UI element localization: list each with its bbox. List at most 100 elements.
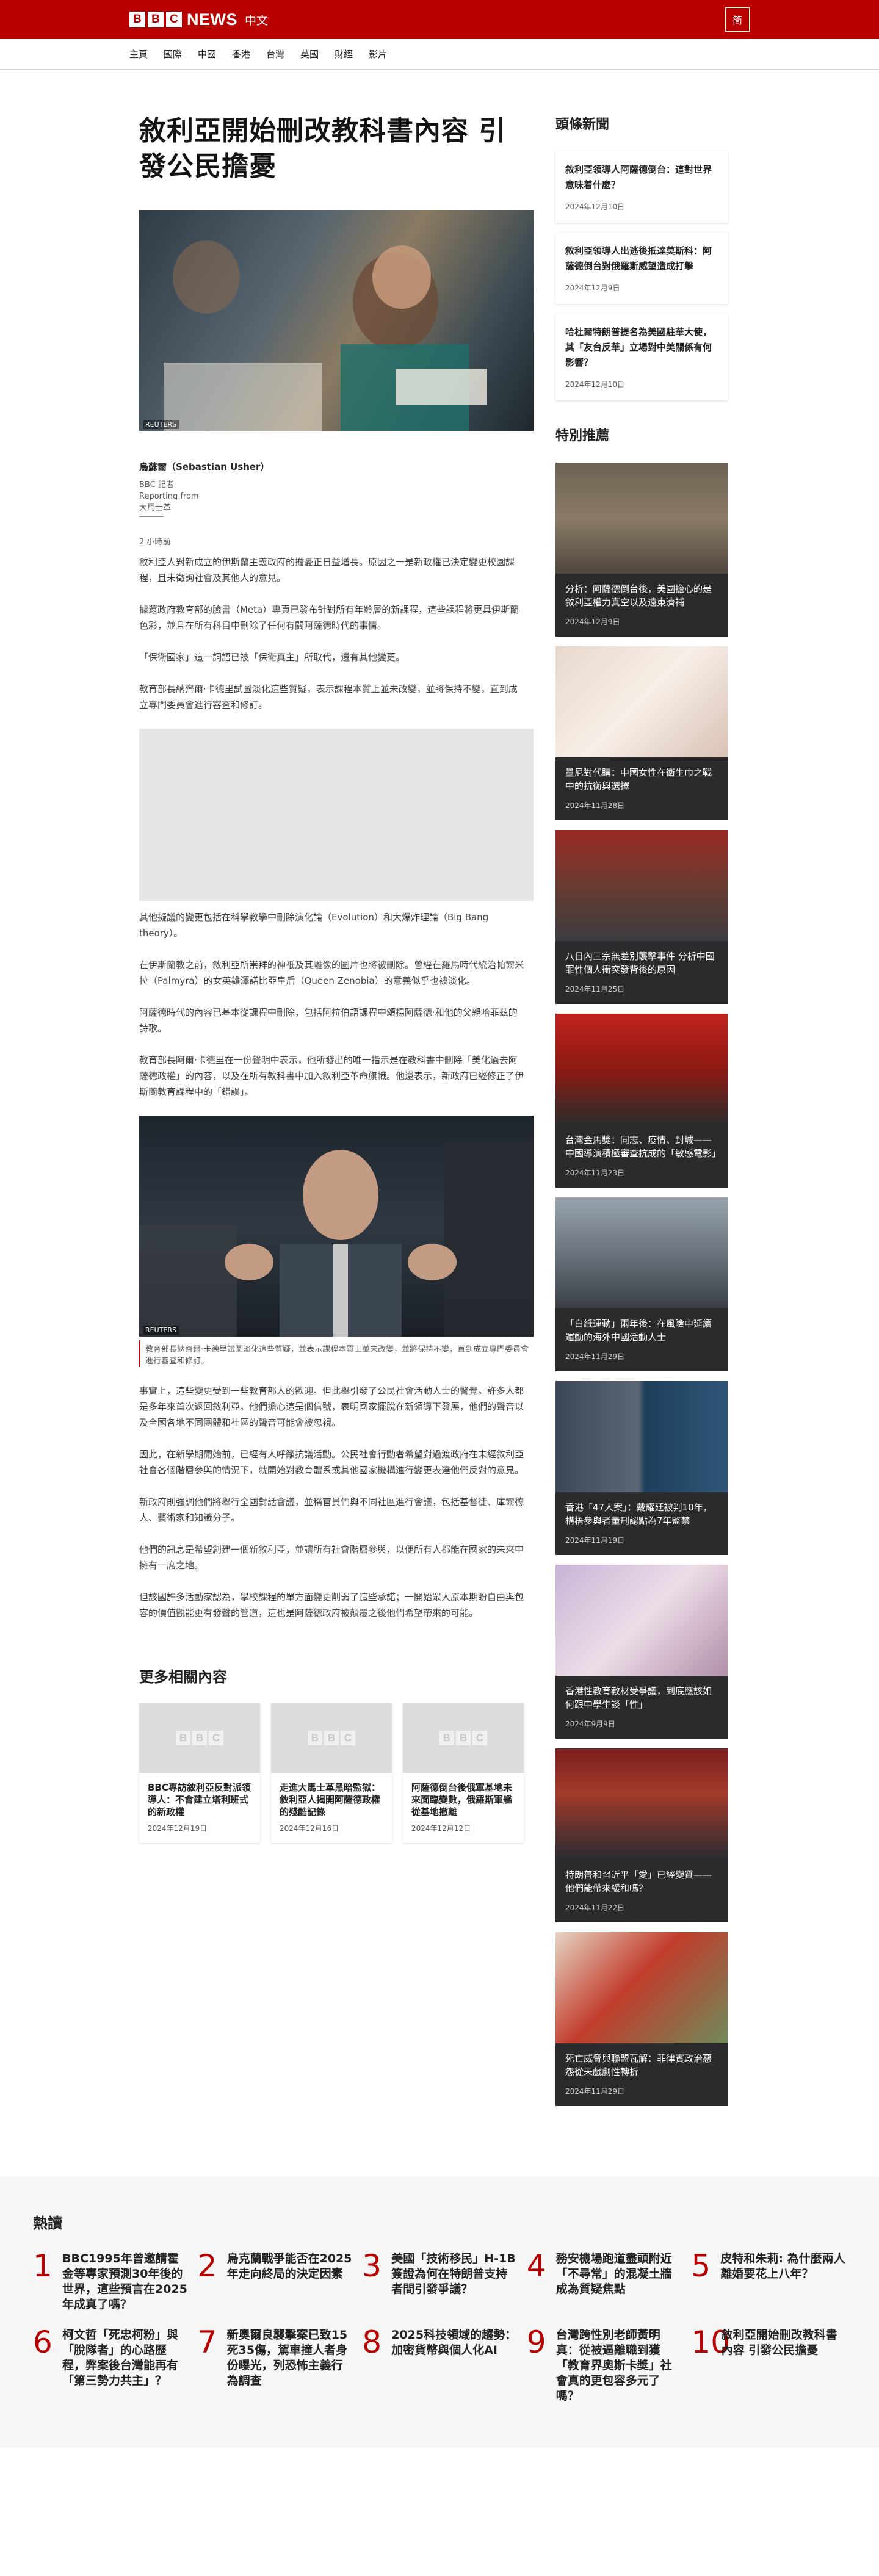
featured-card[interactable]: 台灣金馬獎：同志、疫情、封城——中國導演積極審查抗成的「敏感電影」 2024年1… xyxy=(555,1014,728,1188)
featured-image xyxy=(555,1932,728,2043)
article-paragraph: 據還政府教育部的臉書（Meta）專頁已發布針對所有年齡層的新課程，這些課程將更具… xyxy=(139,604,519,631)
nav-item-uk[interactable]: 英國 xyxy=(300,48,327,60)
nav-item-business[interactable]: 財經 xyxy=(335,48,361,60)
top-story-date: 2024年12月10日 xyxy=(565,380,625,389)
related-headline: 走進大馬士革黑暗監獄：敘利亞人揭開阿薩德政權的殘酷記錄 xyxy=(280,1782,381,1817)
featured-image xyxy=(555,1381,728,1492)
featured-headline: 特朗普和習近平「愛」已經變質——他們能帶來緩和嗎？ xyxy=(565,1869,712,1894)
most-read-item[interactable]: 10 敘利亞開始刪改教科書內容 引發公民擔憂 xyxy=(691,2326,846,2404)
top-story-card[interactable]: 敘利亞領導人阿薩德倒台：這對世界意味着什麼？ 2024年12月10日 xyxy=(555,151,728,223)
article-paragraph: 在伊斯蘭教之前，敘利亞所崇拜的神祇及其雕像的圖片也將被刪除。曾經在羅馬時代統治帕… xyxy=(139,959,524,986)
most-read-item[interactable]: 4 務安機場跑道盡頭附近「不尋常」的混凝土牆成為質疑焦點 xyxy=(527,2249,682,2312)
most-read-item[interactable]: 5 皮特和朱莉: 為什麼兩人離婚要花上八年？ xyxy=(691,2249,846,2312)
author-name: 烏蘇爾（Sebastian Usher） xyxy=(139,461,270,472)
related-card[interactable]: BBC 走進大馬士革黑暗監獄：敘利亞人揭開阿薩德政權的殘酷記錄 2024年12月… xyxy=(271,1703,392,1843)
featured-image xyxy=(555,830,728,941)
article-paragraph: 新政府則強調他們將舉行全國對話會議，並稱官員們與不同社區進行會議，包括基督徒、庫… xyxy=(139,1496,524,1523)
nav-item-world[interactable]: 國際 xyxy=(164,48,190,60)
featured-card[interactable]: 香港「47人案」：戴耀廷被判10年，構梧參與者量刑認點為7年監禁 2024年11… xyxy=(555,1381,728,1555)
featured-headline: 死亡威脅與聯盟瓦解：菲律賓政治惡怨從未戲劇性轉折 xyxy=(565,2053,712,2077)
minister-image-art xyxy=(139,1140,534,1337)
bbc-news-logo[interactable]: B B C NEWS 中文 xyxy=(129,10,268,29)
advertisement-slot xyxy=(139,729,534,901)
article-timestamp: 2 小時前 xyxy=(139,538,171,547)
featured-headline: 量尼對代購：中國女性在衛生巾之戰中的抗衡與選擇 xyxy=(565,767,712,792)
related-cards: BBC BBC專訪敘利亞反對派領導人：不會建立塔利班式的新政權 2024年12月… xyxy=(139,1703,524,1843)
featured-image xyxy=(555,1014,728,1125)
article-paragraph: 因此，在新學期開始前，已經有人呼籲抗議活動。公民社會行動者希望對過渡政府在未經敘… xyxy=(139,1449,524,1476)
most-read-item[interactable]: 6 柯文哲「死忠柯粉」與「脫隊者」的心路歷程，弊案後台灣能再有「第三勢力共主」？ xyxy=(33,2326,188,2404)
masthead: B B C NEWS 中文 简 xyxy=(0,0,879,39)
nav-item-taiwan[interactable]: 台灣 xyxy=(266,48,293,60)
most-read-rank: 9 xyxy=(526,2325,546,2360)
featured-headline: 香港「47人案」：戴耀廷被判10年，構梧參與者量刑認點為7年監禁 xyxy=(565,1502,712,1526)
featured-card[interactable]: 死亡威脅與聯盟瓦解：菲律賓政治惡怨從未戲劇性轉折 2024年11月29日 xyxy=(555,1932,728,2106)
article-paragraph: 「保衛國家」這一詞語已被「保衛真主」所取代，還有其他變更。 xyxy=(139,652,405,663)
author-role: BBC 記者 xyxy=(139,480,174,489)
featured-card[interactable]: 八日內三宗無差別襲擊事件 分析中國罪性個人衝突發背後的原因 2024年11月25… xyxy=(555,830,728,1004)
most-read-item[interactable]: 8 2025科技領域的趨勢：加密貨幣與個人化AI xyxy=(362,2326,517,2404)
nav-item-hongkong[interactable]: 香港 xyxy=(232,48,259,60)
featured-date: 2024年11月28日 xyxy=(565,801,625,810)
most-read-item[interactable]: 1 BBC1995年曾邀請霍金等專家預測30年後的世界，這些預言在2025年成真… xyxy=(33,2249,188,2312)
top-story-card[interactable]: 哈杜爾特朗普提名為美國駐華大使，其「友台反華」立場對中美關係有何影響？ 2024… xyxy=(555,314,728,400)
minister-figure: REUTERS 教育部長納齊爾·卡德里試圖淡化這些質疑，並表示課程本質上並未改變… xyxy=(139,1116,534,1367)
most-read-item[interactable]: 7 新奧爾良襲擊案已致15死35傷，駕車撞人者身份曝光，列恐怖主義行為調查 xyxy=(198,2326,353,2404)
hero-image-art xyxy=(164,240,487,431)
related-card[interactable]: BBC 阿薩德倒台後俄軍基地未來面臨變數，俄羅斯軍艦從基地撤離 2024年12月… xyxy=(403,1703,524,1843)
featured-card[interactable]: 量尼對代購：中國女性在衛生巾之戰中的抗衡與選擇 2024年11月28日 xyxy=(555,646,728,820)
author-location: 大馬士革 xyxy=(139,503,172,513)
most-read-headline: 皮特和朱莉: 為什麼兩人離婚要花上八年？ xyxy=(720,2252,845,2281)
logo-letter-b2: B xyxy=(148,12,164,27)
top-story-card[interactable]: 敘利亞領導人出逃後抵達莫斯科：阿薩德倒台對俄羅斯威望造成打擊 2024年12月9… xyxy=(555,233,728,304)
featured-date: 2024年11月22日 xyxy=(565,1903,625,1912)
article-paragraph: 但該國許多活動家認為，學校課程的單方面變更削弱了這些承諾；一開始眾人原本期盼自由… xyxy=(139,1592,524,1618)
related-date: 2024年12月12日 xyxy=(411,1824,471,1833)
most-read-headline: 柯文哲「死忠柯粉」與「脫隊者」的心路歷程，弊案後台灣能再有「第三勢力共主」？ xyxy=(62,2328,179,2387)
nav-item-video[interactable]: 影片 xyxy=(369,48,396,60)
most-read-item[interactable]: 2 烏克蘭戰爭能否在2025年走向終局的決定因素 xyxy=(198,2249,353,2312)
most-read-rank: 3 xyxy=(362,2248,382,2284)
most-read-rank: 7 xyxy=(197,2325,217,2360)
bbc-placeholder-image: BBC xyxy=(271,1703,392,1773)
language-label: 中文 xyxy=(245,13,269,27)
featured-headline: 八日內三宗無差別襲擊事件 分析中國罪性個人衝突發背後的原因 xyxy=(565,951,715,975)
most-read-rank: 4 xyxy=(526,2248,546,2284)
most-read-item[interactable]: 9 台灣跨性別老師黃明真：從被逼離職到獲「教育界奧斯卡獎」社會真的更包容多元了嗎… xyxy=(527,2326,682,2404)
featured-image xyxy=(555,1748,728,1860)
featured-date: 2024年12月9日 xyxy=(565,618,620,626)
article-paragraph: 教育部長納齊爾·卡德里試圖淡化這些質疑，表示課程本質上並未改變，並將保持不變，直… xyxy=(139,684,518,710)
minister-image-caption: 教育部長納齊爾·卡德里試圖淡化這些質疑，並表示課程本質上並未改變，並將保持不變，… xyxy=(139,1340,534,1367)
featured-card[interactable]: 香港性教育教材受爭議，到底應該如何跟中學生談「性」 2024年9月9日 xyxy=(555,1565,728,1739)
most-read-rank: 1 xyxy=(33,2248,52,2284)
most-read-rank: 8 xyxy=(362,2325,382,2360)
nav-item-home[interactable]: 主頁 xyxy=(129,48,156,60)
byline: 烏蘇爾（Sebastian Usher） BBC 記者 Reporting fr… xyxy=(139,460,524,547)
nav-item-china[interactable]: 中國 xyxy=(198,48,225,60)
author-reporting-from: Reporting from xyxy=(139,492,199,501)
featured-card[interactable]: 分析：阿薩德倒台後，美國擔心的是敘利亞權力真空以及遠東濟補 2024年12月9日 xyxy=(555,463,728,637)
top-story-date: 2024年12月9日 xyxy=(565,284,620,292)
simplified-script-toggle-button[interactable]: 简 xyxy=(725,7,750,32)
most-read-headline: 美國「技術移民」H-1B簽證為何在特朗普支持者間引發爭議？ xyxy=(391,2252,516,2296)
article-paragraph: 事實上，這些變更受到一些教育部人的歡迎。但此舉引發了公民社會活動人士的警覺。許多… xyxy=(139,1385,524,1428)
most-read-headline: 台灣跨性別老師黃明真：從被逼離職到獲「教育界奧斯卡獎」社會真的更包容多元了嗎？ xyxy=(555,2328,672,2403)
related-section-title: 更多相關內容 xyxy=(139,1669,227,1686)
most-read-rank: 5 xyxy=(691,2248,711,2284)
featured-card[interactable]: 特朗普和習近平「愛」已經變質——他們能帶來緩和嗎？ 2024年11月22日 xyxy=(555,1748,728,1922)
featured-date: 2024年11月29日 xyxy=(565,1352,625,1361)
most-read-rank: 6 xyxy=(33,2325,52,2360)
featured-headline: 分析：阿薩德倒台後，美國擔心的是敘利亞權力真空以及遠東濟補 xyxy=(565,583,712,608)
sidebar: 頭條新聞 敘利亞領導人阿薩德倒台：這對世界意味着什麼？ 2024年12月10日 … xyxy=(555,114,728,2116)
featured-image xyxy=(555,463,728,574)
featured-card[interactable]: 「白紙運動」兩年後：在風險中延續運動的海外中國活動人士 2024年11月29日 xyxy=(555,1197,728,1371)
top-story-headline: 敘利亞領導人阿薩德倒台：這對世界意味着什麼？ xyxy=(565,164,712,190)
article: 敘利亞開始刪改教科書內容 引發公民擔憂 REUTERS 烏蘇爾（Sebastia… xyxy=(129,114,534,2116)
related-card[interactable]: BBC BBC專訪敘利亞反對派領導人：不會建立塔利班式的新政權 2024年12月… xyxy=(139,1703,260,1843)
most-read-grid: 1 BBC1995年曾邀請霍金等專家預測30年後的世界，這些預言在2025年成真… xyxy=(33,2249,846,2404)
most-read-item[interactable]: 3 美國「技術移民」H-1B簽證為何在特朗普支持者間引發爭議？ xyxy=(362,2249,517,2312)
featured-date: 2024年11月19日 xyxy=(565,1536,625,1545)
hero-image-credit: REUTERS xyxy=(143,420,179,429)
main-nav: 主頁 國際 中國 香港 台灣 英國 財經 影片 xyxy=(0,39,879,70)
related-headline: BBC專訪敘利亞反對派領導人：不會建立塔利班式的新政權 xyxy=(148,1782,251,1817)
